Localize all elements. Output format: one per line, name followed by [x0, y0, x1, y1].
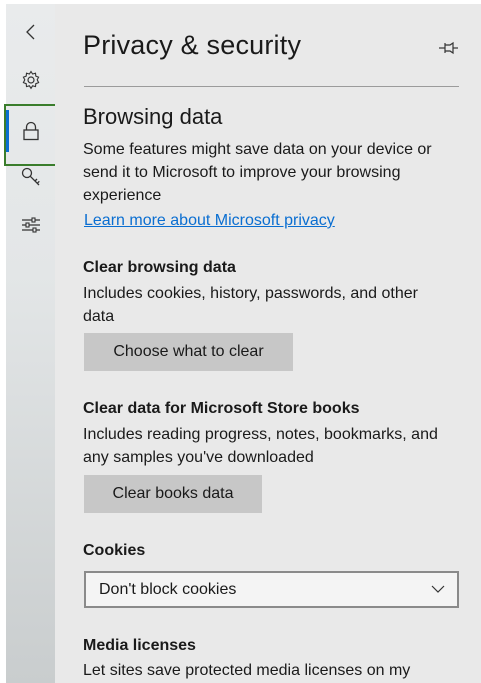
description-line: any samples you've downloaded [83, 449, 314, 466]
clear-books-heading: Clear data for Microsoft Store books [83, 400, 360, 417]
pin-button[interactable] [438, 40, 460, 56]
media-licenses-heading: Media licenses [83, 637, 196, 654]
description-line: send it to Microsoft to improve your bro… [83, 164, 401, 181]
back-button[interactable] [6, 14, 55, 50]
media-licenses-description: Let sites save protected media licenses … [83, 659, 455, 682]
clear-browsing-description: Includes cookies, history, passwords, an… [83, 282, 455, 328]
chevron-left-icon [25, 24, 34, 40]
clear-books-description: Includes reading progress, notes, bookma… [83, 423, 455, 469]
section-heading-browsing-data: Browsing data [83, 104, 223, 129]
browsing-data-description: Some features might save data on your de… [83, 138, 455, 207]
nav-item-privacy-security[interactable] [6, 113, 55, 149]
privacy-security-panel: Privacy & security Browsing data Some fe… [55, 4, 481, 683]
settings-window: Privacy & security Browsing data Some fe… [0, 0, 481, 683]
pin-icon [439, 41, 458, 55]
privacy-learn-more-link[interactable]: Learn more about Microsoft privacy [84, 212, 335, 230]
cookies-dropdown-value: Don't block cookies [99, 580, 237, 598]
description-line: experience [83, 187, 162, 204]
page-title: Privacy & security [83, 30, 302, 60]
cookies-dropdown[interactable]: Don't block cookies [84, 571, 459, 608]
nav-item-advanced[interactable] [6, 207, 55, 243]
choose-what-to-clear-button[interactable]: Choose what to clear [84, 333, 293, 371]
description-line: Includes cookies, history, passwords, an… [83, 285, 418, 302]
cookies-heading: Cookies [83, 542, 146, 559]
key-icon [21, 167, 40, 186]
settings-nav-rail [6, 4, 55, 683]
nav-item-general[interactable] [6, 62, 55, 98]
sliders-icon [21, 217, 40, 233]
clear-books-data-button[interactable]: Clear books data [84, 475, 262, 513]
description-line: Let sites save protected media licenses … [83, 662, 411, 679]
nav-item-passwords[interactable] [6, 159, 55, 195]
description-line: Includes reading progress, notes, bookma… [83, 426, 438, 443]
clear-browsing-heading: Clear browsing data [83, 259, 236, 276]
description-line: data [83, 308, 115, 325]
lock-icon [22, 121, 39, 141]
gear-icon [22, 70, 39, 90]
chevron-down-icon [431, 585, 445, 593]
description-line: Some features might save data on your de… [83, 141, 432, 158]
title-divider [84, 86, 459, 87]
